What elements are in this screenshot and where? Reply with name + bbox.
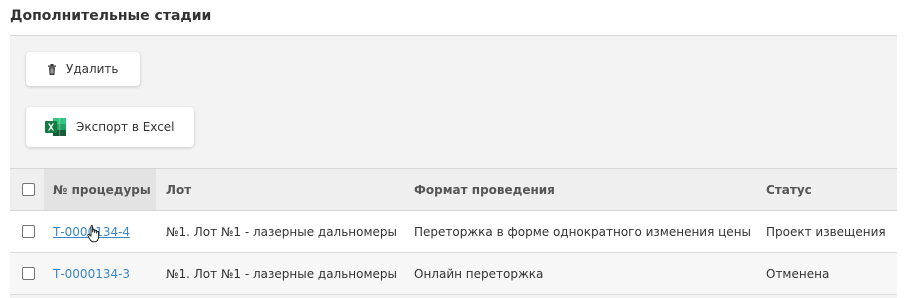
row-checkbox[interactable] (21, 267, 35, 280)
header-format[interactable]: Формат проведения (404, 169, 756, 210)
header-lot[interactable]: Лот (156, 169, 404, 210)
lot-cell: №1. Лот №1 - лазерные дальномеры (166, 266, 398, 281)
header-status[interactable]: Статус (756, 169, 897, 210)
hand-pointer-icon (87, 225, 101, 247)
delete-button[interactable]: Удалить (26, 52, 140, 86)
export-excel-button[interactable]: Экспорт в Excel (26, 107, 194, 147)
table-header-row: № процедуры Лот Формат проведения Статус (10, 169, 897, 211)
table-row[interactable]: Т-0000134-4 №1. Лот №1 - лазерные дально… (10, 211, 897, 253)
header-number[interactable]: № процедуры (44, 169, 156, 210)
format-cell: Переторжка в форме однократного изменени… (414, 224, 752, 239)
row-select-cell (10, 253, 44, 294)
number-cell: Т-0000134-3 (44, 253, 156, 294)
export-excel-label: Экспорт в Excel (76, 120, 175, 134)
status-cell: Отменена (766, 266, 830, 281)
excel-icon (45, 117, 67, 137)
trash-icon (47, 63, 57, 75)
row-checkbox[interactable] (21, 225, 35, 238)
table-row[interactable]: Т-0000134-3 №1. Лот №1 - лазерные дально… (10, 253, 897, 295)
section-title: Дополнительные стадии (10, 8, 212, 24)
procedure-link[interactable]: Т-0000134-3 (53, 267, 130, 281)
select-all-checkbox[interactable] (21, 183, 35, 196)
row-select-cell (10, 211, 44, 252)
format-cell: Онлайн переторжка (414, 266, 544, 281)
delete-button-label: Удалить (66, 62, 119, 76)
stages-table: № процедуры Лот Формат проведения Статус… (10, 168, 897, 295)
lot-cell: №1. Лот №1 - лазерные дальномеры (166, 224, 398, 239)
status-cell: Проект извещения (766, 224, 886, 239)
select-all-cell (10, 169, 44, 210)
